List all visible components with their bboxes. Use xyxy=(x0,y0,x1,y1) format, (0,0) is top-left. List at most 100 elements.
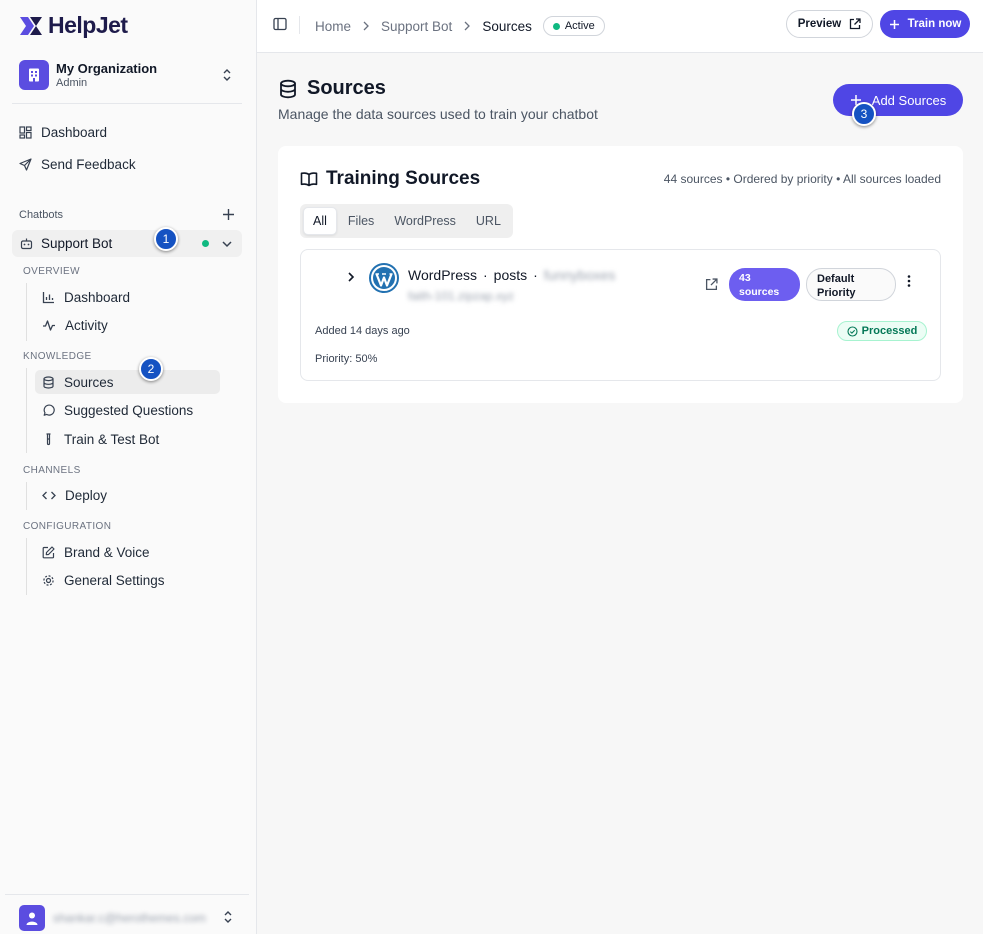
tree-line xyxy=(26,482,27,510)
title-separator: · xyxy=(533,267,538,283)
section-label-channels: CHANNELS xyxy=(23,465,81,476)
priority-badge[interactable]: Default Priority xyxy=(806,268,896,301)
sources-meta: 44 sources • Ordered by priority • All s… xyxy=(663,172,941,186)
sidebar-item-sources[interactable]: Sources xyxy=(42,375,114,390)
code-icon xyxy=(42,491,56,500)
source-item: WordPress · posts · funnyboxes faith-101… xyxy=(300,249,941,381)
chevron-down-icon[interactable] xyxy=(221,238,233,250)
processed-status-badge: Processed xyxy=(837,321,927,341)
sidebar-toggle-icon[interactable] xyxy=(273,17,287,31)
tab-all[interactable]: All xyxy=(303,207,337,235)
organization-switcher[interactable]: My Organization Admin xyxy=(12,54,242,96)
external-link-icon[interactable] xyxy=(705,278,718,291)
status-label: Active xyxy=(564,20,595,32)
tab-files[interactable]: Files xyxy=(339,208,383,234)
source-kind: posts xyxy=(493,267,528,283)
sidebar-item-suggested-questions[interactable]: Suggested Questions xyxy=(42,403,193,418)
add-chatbot-plus-icon[interactable] xyxy=(222,208,235,221)
wordpress-logo-icon xyxy=(369,263,399,293)
sidebar-item-brand-voice[interactable]: Brand & Voice xyxy=(42,545,150,560)
sidebar-item-label: Sources xyxy=(64,375,114,390)
sidebar-item-train-test-bot[interactable]: Train & Test Bot xyxy=(42,432,159,447)
sidebar-item-label: Activity xyxy=(65,318,108,333)
tab-url[interactable]: URL xyxy=(467,208,510,234)
sidebar-item-label: Dashboard xyxy=(64,290,131,305)
send-icon xyxy=(19,158,32,171)
sidebar-item-deploy[interactable]: Deploy xyxy=(42,488,107,503)
test-tube-icon xyxy=(46,433,51,446)
breadcrumb-home[interactable]: Home xyxy=(315,19,351,34)
check-circle-icon xyxy=(847,325,858,337)
topbar-separator xyxy=(299,16,300,34)
organization-role: Admin xyxy=(56,77,88,89)
edit-icon xyxy=(42,546,55,559)
chevron-right-icon[interactable] xyxy=(346,271,356,283)
message-circle-icon xyxy=(43,404,55,416)
more-vertical-icon[interactable] xyxy=(906,274,912,288)
breadcrumb-support-bot[interactable]: Support Bot xyxy=(381,19,452,34)
chevrons-up-down-icon xyxy=(224,911,232,923)
sidebar-item-label: Suggested Questions xyxy=(64,403,194,418)
sidebar-item-activity[interactable]: Activity xyxy=(42,318,108,333)
tree-line xyxy=(26,538,27,595)
breadcrumb-current: Sources xyxy=(482,18,532,34)
page-title: Sources xyxy=(307,77,386,99)
tree-line xyxy=(26,283,27,341)
source-type-tabs: All Files WordPress URL xyxy=(300,204,513,238)
card-title: Training Sources xyxy=(326,168,481,189)
source-url: faith-101.zipzap.xyz xyxy=(408,289,515,303)
chatbot-support-bot[interactable]: Support Bot xyxy=(12,230,242,257)
callout-marker-2: 2 xyxy=(139,357,163,381)
sidebar-item-label: Brand & Voice xyxy=(64,545,150,560)
sidebar-item-bot-dashboard[interactable]: Dashboard xyxy=(42,290,130,305)
source-count-unit: sources xyxy=(739,286,780,298)
section-label-knowledge: KNOWLEDGE xyxy=(23,351,92,362)
preview-label: Preview xyxy=(797,18,842,30)
database-icon xyxy=(280,79,296,98)
book-open-icon xyxy=(300,172,318,187)
sidebar-item-label: General Settings xyxy=(64,573,165,588)
sidebar: HelpJet My Organization Admin Dashboard … xyxy=(0,0,257,934)
sidebar-item-label: Train & Test Bot xyxy=(64,432,160,447)
chevron-right-icon xyxy=(363,21,369,31)
training-sources-card: Training Sources 44 sources • Ordered by… xyxy=(278,146,963,403)
chevrons-up-down-icon xyxy=(223,69,231,81)
page-subtitle: Manage the data sources used to train yo… xyxy=(278,106,598,122)
gear-icon xyxy=(43,575,54,586)
helpjet-logo-icon xyxy=(20,16,42,35)
add-sources-label: Add Sources xyxy=(871,92,947,108)
callout-marker-1: 1 xyxy=(154,227,178,251)
preview-button[interactable]: Preview xyxy=(786,10,873,38)
user-menu[interactable]: shankar.c@herothemes.com xyxy=(5,894,249,934)
tab-wordpress[interactable]: WordPress xyxy=(385,208,465,234)
bar-chart-icon xyxy=(42,292,54,304)
sidebar-item-dashboard[interactable]: Dashboard xyxy=(19,125,107,140)
topbar: Home Support Bot Sources Active Preview … xyxy=(257,0,983,53)
source-site: funnyboxes xyxy=(543,267,616,283)
section-label-overview: OVERVIEW xyxy=(23,266,80,277)
source-added-date: Added 14 days ago xyxy=(315,325,410,337)
status-dot xyxy=(552,22,560,30)
card-header: Training Sources xyxy=(300,168,480,190)
activity-icon xyxy=(43,320,55,331)
source-count-badge: 43 sources xyxy=(729,268,800,301)
app-logo[interactable]: HelpJet xyxy=(18,12,128,39)
train-now-button[interactable]: Train now xyxy=(880,10,970,38)
chevron-right-icon xyxy=(464,21,471,31)
bot-icon xyxy=(20,238,33,250)
organization-name: My Organization xyxy=(56,61,158,76)
section-label-configuration: CONFIGURATION xyxy=(23,521,112,532)
app-name: HelpJet xyxy=(48,12,128,38)
user-email: shankar.c@herothemes.com xyxy=(53,911,206,925)
bot-status-dot xyxy=(202,240,209,247)
source-count-value: 43 xyxy=(739,272,751,284)
sidebar-item-send-feedback[interactable]: Send Feedback xyxy=(19,157,136,172)
priority-badge-line2: Priority xyxy=(817,287,856,299)
priority-badge-line1: Default xyxy=(817,273,855,285)
sidebar-item-label: Deploy xyxy=(65,488,108,503)
main-content: Sources Manage the data sources used to … xyxy=(257,53,983,934)
sidebar-divider xyxy=(12,103,242,104)
sidebar-item-general-settings[interactable]: General Settings xyxy=(42,573,165,588)
sidebar-item-label: Send Feedback xyxy=(41,157,136,172)
external-link-icon xyxy=(850,18,861,30)
